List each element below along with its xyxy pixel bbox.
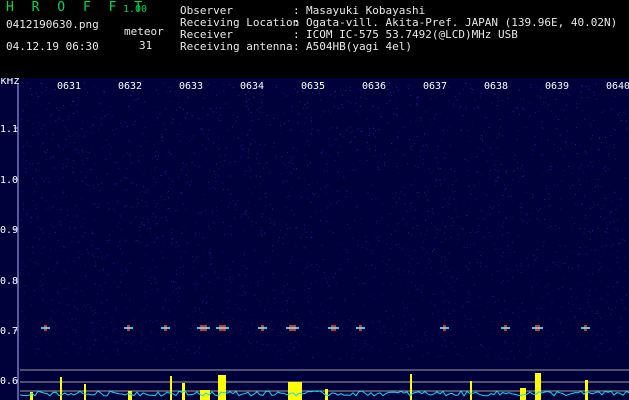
freq-tick-label: 1.1 (0, 124, 18, 135)
freq-tick-label: 1.0 (0, 175, 18, 186)
file-name: 0412190630.png (6, 18, 99, 31)
freq-tick-label: 0.9 (0, 225, 18, 236)
spectrogram-background (0, 78, 629, 400)
antenna-label: Receiving antenna (180, 40, 293, 53)
time-tick-label: 0634 (240, 81, 264, 92)
freq-tick-label: 0.7 (0, 326, 18, 337)
unit-label: kHz (0, 78, 20, 87)
freq-tick-label: 0.6 (0, 376, 18, 387)
time-tick-label: 0631 (57, 81, 81, 92)
antenna-colon: : (293, 40, 300, 53)
meteor-count: 31 (139, 39, 153, 52)
freq-tick-label: 0.8 (0, 276, 18, 287)
file-datetime: 04.12.19 06:30 (6, 40, 99, 53)
time-tick-label: 0637 (423, 81, 447, 92)
antenna-value: A504HB(yagi 4el) (306, 40, 412, 53)
spectrogram: 1.1 1.0 0.9 0.8 0.7 0.6 0631 0632 0633 0634 0635 0… (0, 78, 629, 400)
time-tick-label: 0640 (606, 81, 629, 92)
time-tick-label: 0638 (484, 81, 508, 92)
app-version: 1.00 (123, 4, 148, 15)
time-tick-label: 0633 (179, 81, 203, 92)
time-tick-label: 0639 (545, 81, 569, 92)
meteor-label: meteor (124, 25, 164, 38)
time-tick-label: 0635 (301, 81, 325, 92)
time-tick-label: 0632 (118, 81, 142, 92)
time-tick-label: 0636 (362, 81, 386, 92)
